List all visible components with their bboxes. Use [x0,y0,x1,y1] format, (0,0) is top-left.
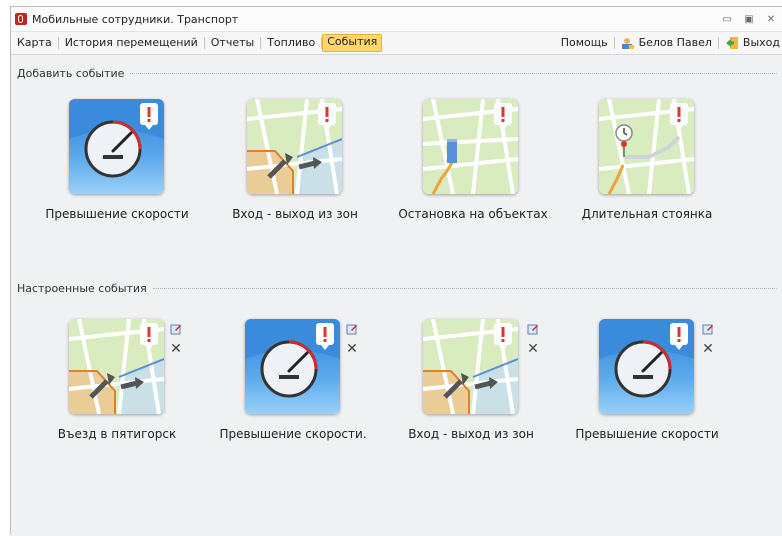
title-bar: Мобильные сотрудники. Транспорт ▭ ▣ ✕ [11,7,782,32]
menu-item-reports[interactable]: Отчеты [205,35,260,51]
menu-bar: Карта История перемещений Отчеты Топливо… [11,32,782,55]
configured-event[interactable]: ✕ Превышение скорости. [203,319,383,449]
menu-item-history[interactable]: История перемещений [59,35,204,51]
event-label: Превышение скорости. [219,427,367,441]
maximize-icon[interactable]: ▣ [738,14,760,25]
add-event-zone-entry-exit[interactable]: Вход - выход из зон [205,99,385,229]
app-window: Мобильные сотрудники. Транспорт ▭ ▣ ✕ Ка… [10,6,782,536]
long-parking-map-icon[interactable] [599,99,694,194]
help-link[interactable]: Помощь [555,35,614,51]
delete-icon[interactable]: ✕ [170,342,182,356]
edit-icon[interactable] [527,323,539,335]
minimize-icon[interactable]: ▭ [716,14,738,25]
delete-icon[interactable]: ✕ [527,342,539,356]
event-label: Вход - выход из зон [232,207,358,221]
user-menu[interactable]: Белов Павел [615,35,718,51]
menu-item-events[interactable]: События [322,34,383,52]
user-name: Белов Павел [638,36,712,49]
event-label: Превышение скорости [45,207,189,221]
speedometer-icon[interactable] [69,99,164,194]
speedometer-icon[interactable] [245,319,340,414]
speedometer-icon[interactable] [599,319,694,414]
zone-map-icon[interactable] [69,319,164,414]
zone-map-icon[interactable] [247,99,342,194]
menu-item-fuel[interactable]: Топливо [261,35,321,51]
menu-item-map[interactable]: Карта [11,35,58,51]
add-event-long-parking[interactable]: Длительная стоянка [557,99,737,229]
object-stop-map-icon[interactable] [423,99,518,194]
configured-event[interactable]: ✕ Превышение скорости [557,319,737,449]
exit-button[interactable]: Выход [719,35,782,51]
user-icon [621,38,634,49]
configured-events-section-title: Настроенные события [17,282,777,295]
close-icon[interactable]: ✕ [760,14,782,25]
events-content: Добавить событие Превышение скорости Вхо… [11,55,782,536]
edit-icon[interactable] [346,323,358,335]
exit-icon [725,37,738,49]
edit-icon[interactable] [702,323,714,335]
event-label: Въезд в пятигорск [57,427,177,441]
add-event-speeding[interactable]: Превышение скорости [27,99,207,229]
add-event-object-stop[interactable]: Остановка на объектах [383,99,563,229]
zone-map-icon[interactable] [423,319,518,414]
configured-event[interactable]: ✕ Вход - выход из зон [381,319,561,449]
exit-label: Выход [742,36,780,49]
app-logo-icon [15,13,27,25]
event-label: Длительная стоянка [581,207,713,221]
event-label: Остановка на объектах [398,207,548,221]
delete-icon[interactable]: ✕ [702,342,714,356]
edit-icon[interactable] [170,323,182,335]
event-label: Превышение скорости [575,427,719,441]
configured-event[interactable]: ✕ Въезд в пятигорск [27,319,207,449]
event-label: Вход - выход из зон [408,427,534,441]
window-title: Мобильные сотрудники. Транспорт [32,12,239,26]
delete-icon[interactable]: ✕ [346,342,358,356]
add-event-section-title: Добавить событие [17,67,777,80]
